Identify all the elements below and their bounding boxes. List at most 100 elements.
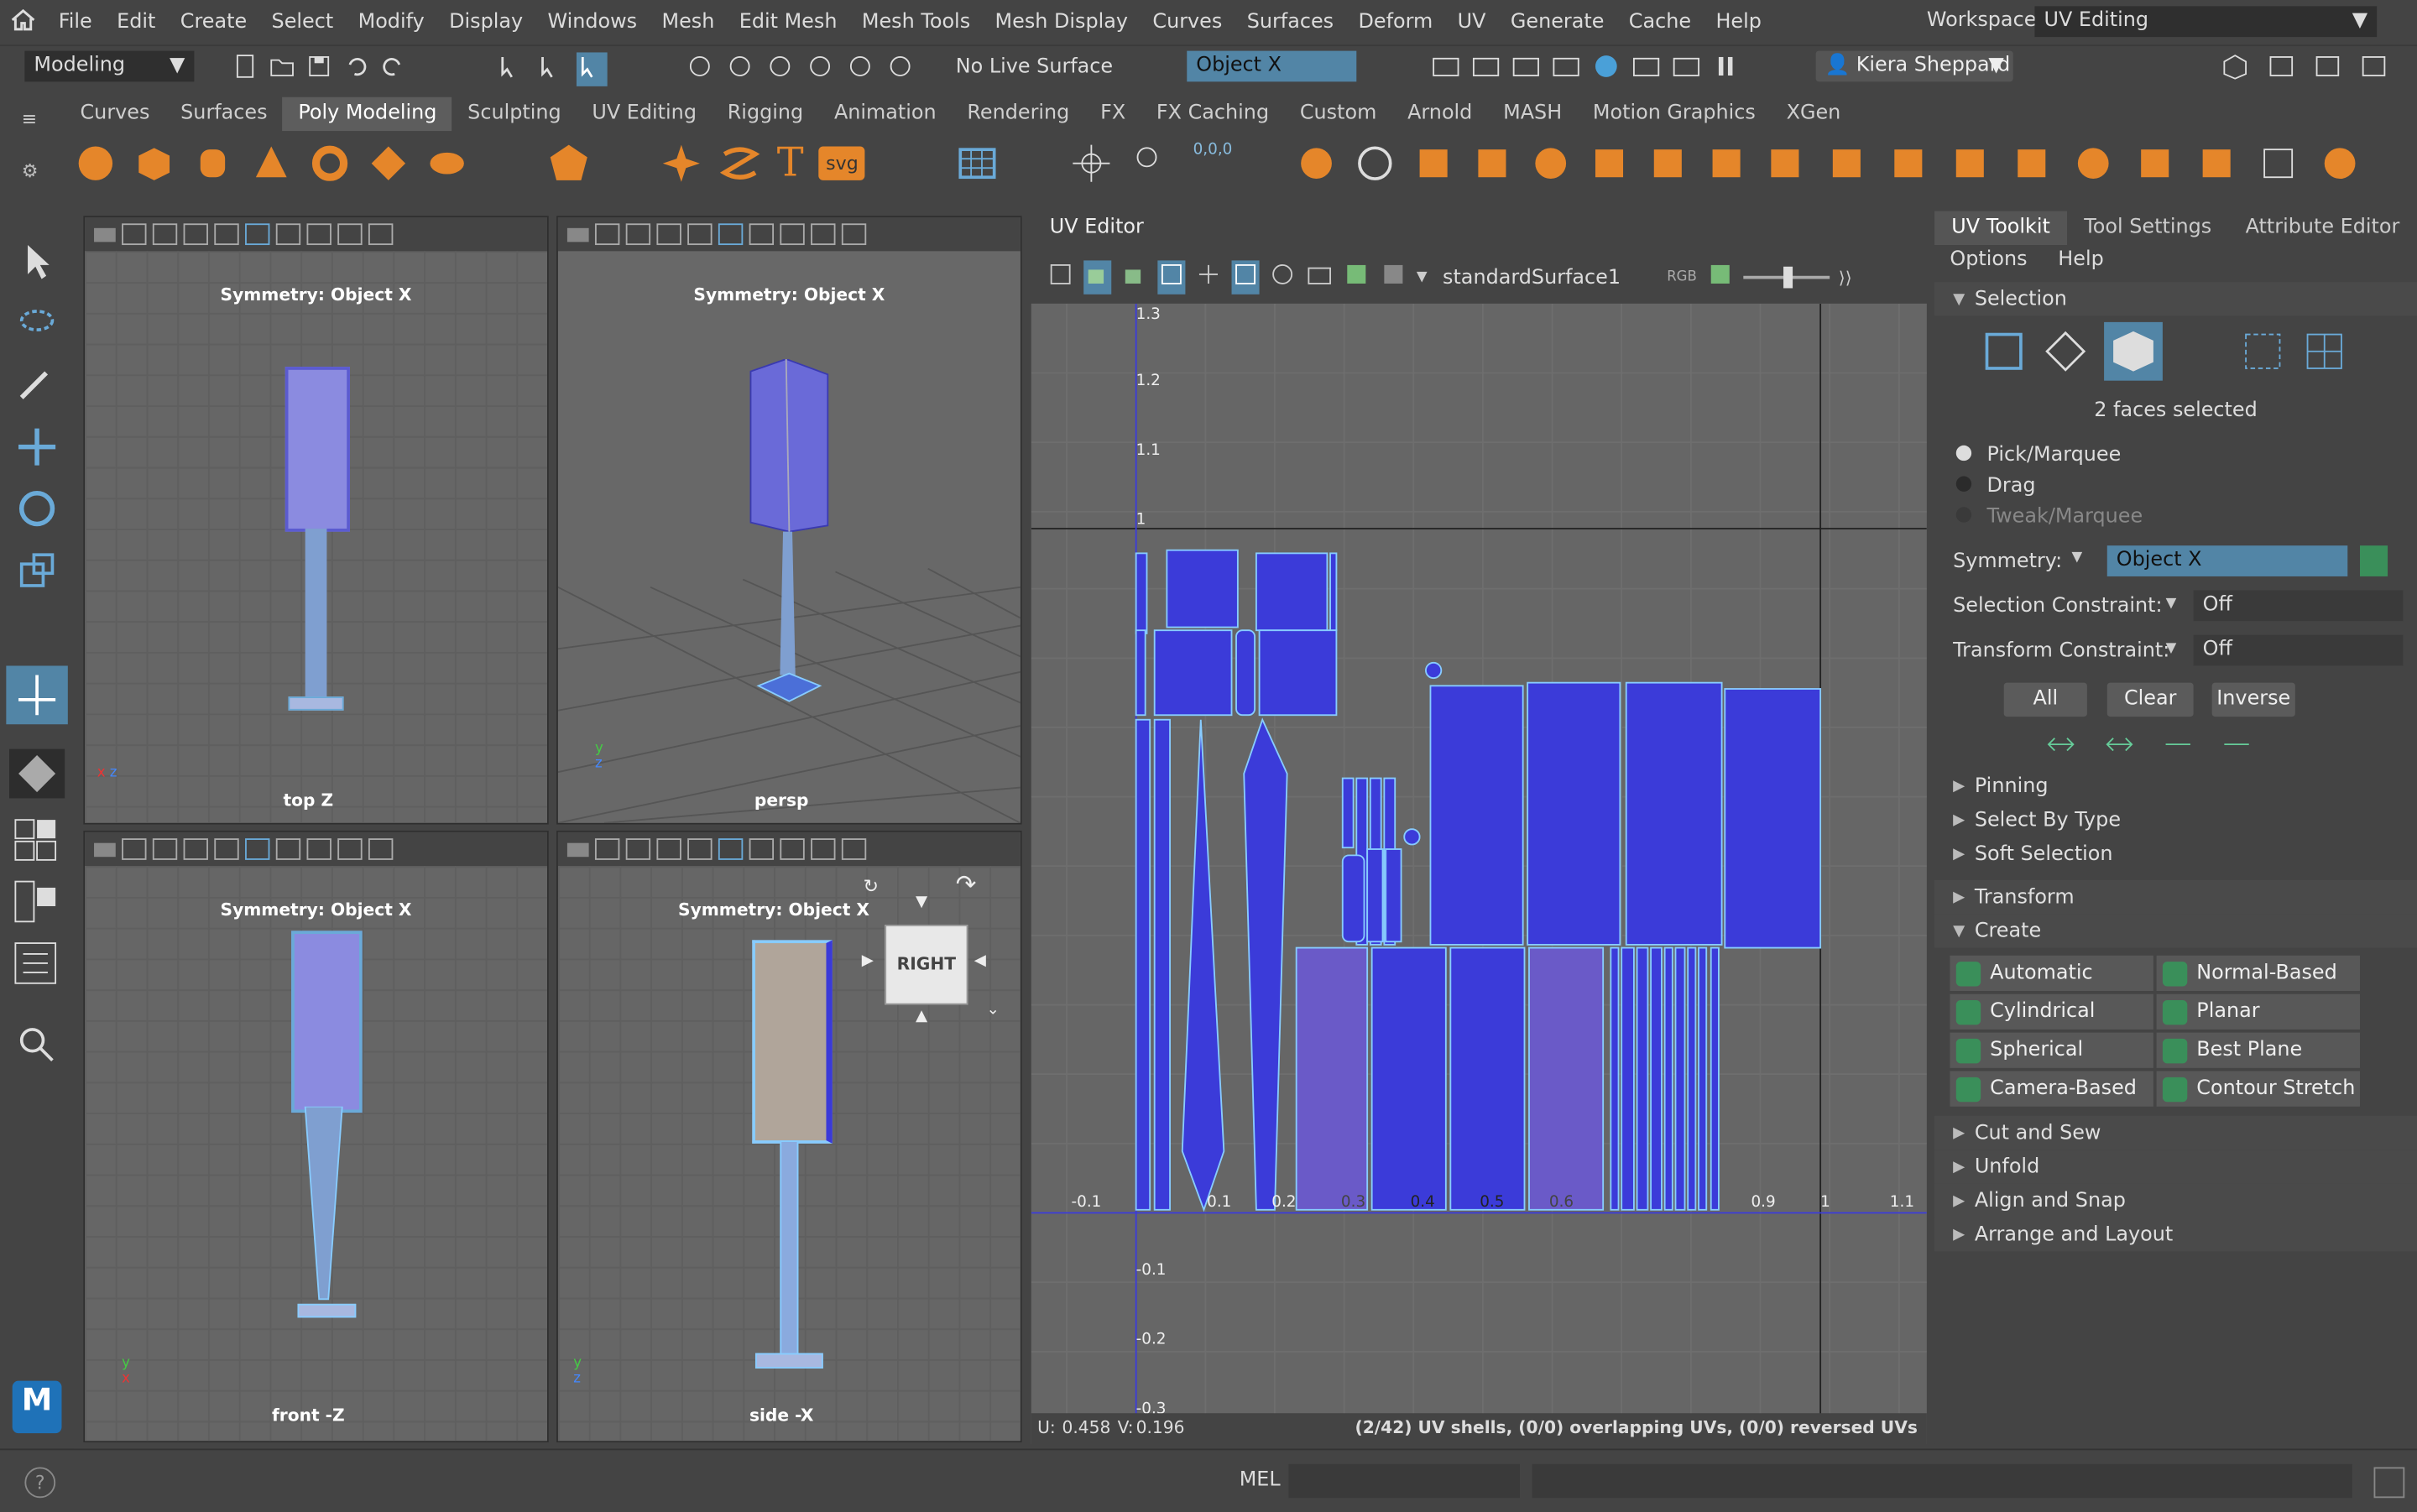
rgb-channel-icon[interactable]: RGB	[1667, 269, 1697, 284]
uv-pixel-snap-icon[interactable]	[1269, 260, 1297, 294]
radio-tweak-marquee[interactable]: Tweak/Marquee	[1955, 503, 2143, 534]
section-cut-and-sew[interactable]: ▶ Cut and Sew	[1934, 1115, 2417, 1150]
camera-icon[interactable]	[94, 227, 116, 242]
xray-icon[interactable]	[841, 838, 867, 860]
undo-icon[interactable]	[342, 52, 370, 86]
shelf-tab-uv-editing[interactable]: UV Editing	[577, 97, 712, 131]
uv-lattice-icon[interactable]	[1194, 260, 1222, 294]
channel-box-icon[interactable]	[2358, 52, 2389, 86]
automatic-mapping-button[interactable]: Automatic	[1950, 955, 2153, 991]
view-cube-right-arrow[interactable]: ◀	[974, 952, 986, 969]
bevel-icon[interactable]	[1588, 142, 1634, 191]
target-weld-icon[interactable]	[1949, 142, 1995, 191]
shelf-tab-rendering[interactable]: Rendering	[952, 97, 1085, 131]
pause-icon[interactable]	[1711, 52, 1742, 86]
chevron-down-icon[interactable]: ▼	[1417, 269, 1428, 284]
menu-file[interactable]: File	[46, 11, 104, 34]
camera-based-button[interactable]: Camera-Based	[1950, 1071, 2153, 1107]
shelf-tab-curves[interactable]: Curves	[65, 97, 165, 131]
xray-icon[interactable]	[368, 223, 394, 246]
shadows-icon[interactable]	[337, 838, 363, 860]
select-all-button[interactable]: All	[2003, 682, 2087, 717]
viewport-top[interactable]: Symmetry: Object X top Z x z	[83, 216, 549, 825]
super-shape-icon[interactable]	[660, 142, 702, 191]
shrink-selection-icon[interactable]	[2045, 732, 2076, 763]
camera-icon[interactable]	[566, 842, 589, 857]
poly-cylinder-icon[interactable]	[191, 142, 234, 191]
uv-snap-grid-icon[interactable]	[1231, 260, 1260, 295]
wireframe-icon[interactable]	[687, 223, 713, 246]
reset-transform-icon[interactable]: 0,0,0	[1193, 142, 1233, 191]
poly-cone-icon[interactable]	[250, 142, 293, 191]
shelf-tab-fx-caching[interactable]: FX Caching	[1141, 97, 1285, 131]
render-setup-icon[interactable]	[1631, 52, 1662, 86]
poly-sphere-icon[interactable]	[74, 142, 117, 191]
section-pinning[interactable]: ▶ Pinning	[1934, 769, 2417, 803]
inverse-button[interactable]: Inverse	[2211, 682, 2295, 717]
shelf-tab-mash[interactable]: MASH	[1488, 97, 1578, 131]
uv-tool-icon[interactable]	[6, 665, 68, 725]
uv-snapshot-icon[interactable]	[1306, 260, 1334, 294]
uv-mode-select-icon[interactable]	[2240, 328, 2286, 380]
spherical-mapping-button[interactable]: Spherical	[1950, 1032, 2153, 1068]
hypershade-icon[interactable]	[1590, 52, 1621, 86]
fill-hole-icon[interactable]	[1825, 142, 1871, 191]
menu-display[interactable]: Display	[436, 11, 535, 34]
lights-icon[interactable]	[780, 223, 805, 246]
select-tool-icon[interactable]	[18, 241, 55, 287]
bookmark-icon[interactable]	[625, 223, 651, 246]
viewport-side[interactable]: Symmetry: Object X side -X yz RIGHT ▼ ▲ …	[556, 830, 1022, 1443]
command-input[interactable]	[1288, 1463, 1520, 1499]
lock-icon[interactable]	[594, 838, 620, 860]
merge-icon[interactable]	[1887, 142, 1933, 191]
textured-icon[interactable]	[749, 838, 775, 860]
menu-edit[interactable]: Edit	[104, 11, 168, 34]
section-create[interactable]: ▼ Create	[1934, 914, 2417, 948]
extrude-icon[interactable]	[1470, 142, 1516, 191]
face-mode-icon[interactable]	[2104, 321, 2163, 381]
camera-icon[interactable]	[94, 842, 116, 857]
move-tool-icon[interactable]	[15, 425, 58, 475]
shelf-settings-icon[interactable]: ⚙	[22, 160, 39, 182]
view-cube-menu-icon[interactable]: ⌄	[986, 1002, 999, 1019]
shelf-tab-arnold[interactable]: Arnold	[1392, 97, 1488, 131]
uv-shell-icon[interactable]	[1083, 260, 1112, 295]
rotate-tool-icon[interactable]	[15, 487, 58, 536]
snap-view-icon[interactable]	[807, 52, 834, 86]
ipr-render-icon[interactable]	[1511, 52, 1542, 86]
section-select-by-type[interactable]: ▶ Select By Type	[1934, 803, 2417, 837]
menu-toolkit-help[interactable]: Help	[2058, 248, 2103, 272]
menu-curves[interactable]: Curves	[1141, 11, 1235, 34]
redo-icon[interactable]	[379, 52, 407, 86]
section-arrange-and-layout[interactable]: ▶ Arrange and Layout	[1934, 1217, 2417, 1252]
render-sequence-icon[interactable]	[1470, 52, 1501, 86]
reduce-icon[interactable]	[2257, 142, 2303, 191]
help-icon[interactable]: ?	[24, 1467, 56, 1499]
select-component-icon[interactable]	[576, 52, 608, 86]
script-editor-icon[interactable]	[2373, 1467, 2405, 1499]
menu-deform[interactable]: Deform	[1346, 11, 1445, 34]
section-transform[interactable]: ▶ Transform	[1934, 879, 2417, 915]
uv-mode-icon[interactable]	[1047, 260, 1074, 294]
menu-surfaces[interactable]: Surfaces	[1235, 11, 1346, 34]
shelf-tab-surfaces[interactable]: Surfaces	[165, 97, 283, 131]
shelf-tab-motion-graphics[interactable]: Motion Graphics	[1578, 97, 1772, 131]
uv-shell-select-icon[interactable]	[2301, 328, 2347, 380]
selection-constraint-dropdown[interactable]: Off	[2193, 590, 2404, 622]
menu-windows[interactable]: Windows	[535, 11, 650, 34]
smooth-shade-icon[interactable]	[245, 223, 270, 246]
vertex-mode-icon[interactable]	[1981, 328, 2027, 380]
paint-select-icon[interactable]	[15, 363, 58, 409]
view-cube-up-arrow[interactable]: ▼	[916, 894, 927, 910]
menu-mesh-tools[interactable]: Mesh Tools	[849, 11, 983, 34]
menu-create[interactable]: Create	[168, 11, 259, 34]
uv-material-name[interactable]: standardSurface1	[1443, 266, 1621, 289]
rotate-view-icon[interactable]: ↷	[956, 869, 977, 899]
layout-single-icon[interactable]	[9, 748, 65, 799]
tab-tool-settings[interactable]: Tool Settings	[2067, 211, 2228, 245]
shelf-tab-rigging[interactable]: Rigging	[712, 97, 818, 131]
lock-icon[interactable]	[594, 223, 620, 246]
chevron-down-icon[interactable]: ▼	[2166, 641, 2177, 656]
select-shell-border-icon[interactable]	[2221, 732, 2253, 763]
platonic-solid-icon[interactable]	[546, 142, 592, 191]
